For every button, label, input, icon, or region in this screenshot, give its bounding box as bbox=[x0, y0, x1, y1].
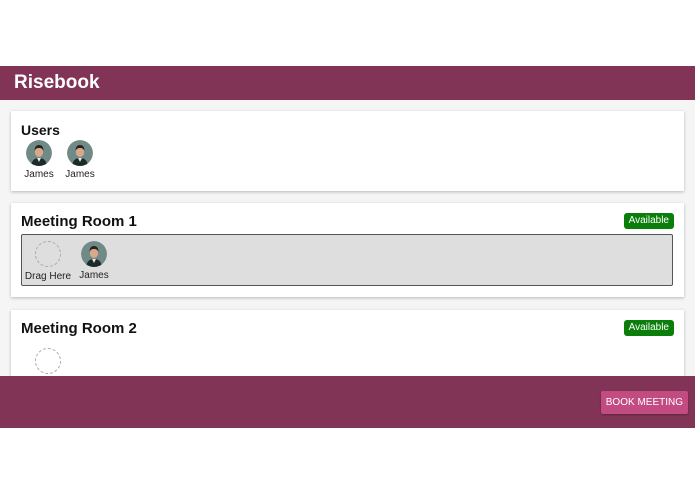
footer-bar: BOOK MEETING bbox=[0, 376, 695, 428]
meeting-room-2-drop-slot[interactable] bbox=[23, 348, 73, 374]
user-avatar-icon bbox=[81, 241, 107, 267]
meeting-room-1-title: Meeting Room 1 bbox=[21, 213, 137, 230]
users-panel-title: Users bbox=[21, 122, 60, 138]
drag-here-slot[interactable]: Drag Here bbox=[23, 241, 73, 282]
drop-target-icon bbox=[35, 241, 61, 267]
book-meeting-button[interactable]: BOOK MEETING bbox=[600, 391, 688, 414]
user-name: James bbox=[65, 169, 95, 180]
drag-here-label: Drag Here bbox=[24, 271, 72, 282]
attendee-james[interactable]: James bbox=[74, 241, 114, 281]
attendee-name: James bbox=[79, 270, 109, 281]
status-badge: Available bbox=[623, 320, 674, 336]
main-content: Users James James Meeting Room 1 Availab… bbox=[0, 100, 695, 376]
user-james-2[interactable]: James bbox=[60, 140, 100, 180]
meeting-room-1-card: Meeting Room 1 Available Drag Here James bbox=[11, 203, 684, 297]
meeting-room-1-dropzone[interactable]: Drag Here James bbox=[21, 234, 673, 286]
user-avatar-icon bbox=[67, 140, 93, 166]
app-header: Risebook bbox=[0, 66, 695, 100]
app-title: Risebook bbox=[14, 72, 100, 93]
user-james-1[interactable]: James bbox=[19, 140, 59, 180]
status-badge: Available bbox=[623, 213, 674, 229]
user-name: James bbox=[24, 169, 54, 180]
drop-target-icon bbox=[35, 348, 61, 374]
user-avatar-icon bbox=[26, 140, 52, 166]
meeting-room-2-card: Meeting Room 2 Available bbox=[11, 310, 684, 376]
meeting-room-2-title: Meeting Room 2 bbox=[21, 320, 137, 337]
users-panel: Users James James bbox=[11, 111, 684, 191]
